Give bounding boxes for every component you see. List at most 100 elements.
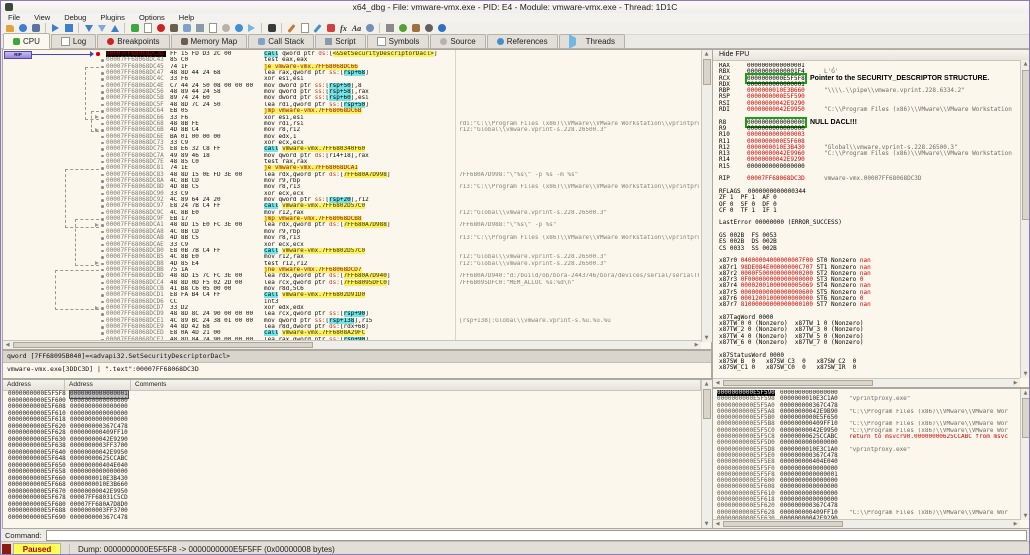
label-icon[interactable] — [311, 22, 324, 34]
instruction-dot[interactable] — [101, 123, 104, 126]
scroll-thumb[interactable] — [703, 389, 711, 419]
stack-vscrollbar[interactable]: ▲ ▼ — [1020, 389, 1030, 520]
dump-header-address[interactable]: Address — [65, 380, 131, 390]
instruction-dot[interactable] — [101, 148, 104, 151]
registers-hscrollbar[interactable]: ◀ ▶ — [713, 378, 1020, 387]
instruction-dot[interactable] — [101, 212, 104, 215]
settings-icon[interactable] — [422, 22, 435, 34]
memory-icon[interactable] — [383, 22, 396, 34]
instruction-dot[interactable] — [101, 288, 104, 291]
log-window-icon[interactable] — [141, 22, 154, 34]
instruction-dot[interactable] — [101, 263, 104, 266]
instruction-dot[interactable] — [101, 275, 104, 278]
dump-vscrollbar[interactable]: ▲ ▼ — [701, 380, 712, 528]
instruction-dot[interactable] — [101, 307, 104, 310]
instruction-dot[interactable] — [101, 320, 104, 323]
script-window-icon[interactable] — [193, 22, 206, 34]
instruction-dot[interactable] — [101, 59, 104, 62]
tab-log[interactable]: Log — [51, 34, 96, 48]
tab-breakpoints[interactable]: Breakpoints — [97, 34, 169, 48]
instruction-dot[interactable] — [101, 161, 104, 164]
instruction-dot[interactable] — [101, 155, 104, 158]
instruction-dot[interactable] — [101, 167, 104, 170]
patch-icon[interactable] — [285, 22, 298, 34]
instruction-dot[interactable] — [101, 231, 104, 234]
scroll-thumb[interactable] — [1022, 70, 1030, 220]
tab-threads[interactable]: Threads — [559, 34, 625, 48]
stack-hscrollbar[interactable]: ◀ ▶ — [713, 519, 1020, 528]
menu-help[interactable]: Help — [172, 13, 201, 22]
instruction-dot[interactable] — [101, 237, 104, 240]
step-out-icon[interactable] — [108, 22, 121, 34]
font-icon[interactable]: Aa — [350, 22, 363, 34]
registers-vscrollbar[interactable]: ▲ ▼ — [1020, 60, 1030, 378]
user-icon[interactable] — [363, 22, 376, 34]
scroll-thumb[interactable] — [1022, 398, 1030, 438]
instruction-dot[interactable] — [101, 110, 104, 113]
instruction-dot[interactable] — [101, 104, 104, 107]
instruction-dot[interactable] — [101, 129, 104, 132]
instruction-dot[interactable] — [101, 269, 104, 272]
tab-symbols[interactable]: Symbols — [367, 34, 430, 48]
instruction-dot[interactable] — [101, 117, 104, 120]
scroll-thumb[interactable] — [703, 59, 711, 85]
tab-cpu[interactable]: CPU — [3, 33, 50, 49]
help-icon[interactable] — [435, 22, 448, 34]
instruction-dot[interactable] — [101, 193, 104, 196]
disasm-vscrollbar[interactable]: ▲ ▼ — [701, 50, 712, 342]
tab-memory-map[interactable]: Memory Map — [171, 34, 248, 48]
instruction-dot[interactable] — [101, 326, 104, 329]
instruction-dot[interactable] — [101, 313, 104, 316]
menu-plugins[interactable]: Plugins — [93, 13, 132, 22]
instruction-dot[interactable] — [101, 91, 104, 94]
register-row[interactable]: x87SW_C1 0 x87SW_C0 0 x87SW_IR 0 — [713, 365, 1019, 371]
instruction-dot[interactable] — [101, 199, 104, 202]
references-window-icon[interactable] — [232, 22, 245, 34]
menu-view[interactable]: View — [27, 13, 57, 22]
dump-header-comments[interactable]: Comments — [131, 380, 701, 390]
breakpoint-dot[interactable] — [96, 52, 100, 56]
instruction-dot[interactable] — [101, 332, 104, 335]
menu-options[interactable]: Options — [132, 13, 172, 22]
menu-debug[interactable]: Debug — [57, 13, 93, 22]
instruction-dot[interactable] — [101, 282, 104, 285]
instruction-dot[interactable] — [101, 205, 104, 208]
tab-source[interactable]: Source — [430, 34, 485, 48]
scroll-thumb[interactable] — [723, 380, 873, 386]
hide-fpu-button[interactable]: Hide FPU — [713, 50, 1030, 61]
tab-script[interactable]: Script — [315, 34, 365, 48]
fx-icon[interactable]: fx — [337, 22, 350, 34]
step-into-icon[interactable] — [82, 22, 95, 34]
instruction-dot[interactable] — [101, 174, 104, 177]
instruction-dot[interactable] — [101, 294, 104, 297]
scroll-thumb[interactable] — [723, 521, 843, 527]
instruction-dot[interactable] — [101, 66, 104, 69]
dump-header-address[interactable]: Address — [3, 380, 65, 390]
tab-call-stack[interactable]: Call Stack — [248, 34, 314, 48]
scroll-thumb[interactable] — [13, 342, 313, 348]
instruction-dot[interactable] — [101, 256, 104, 259]
package-icon[interactable] — [409, 22, 422, 34]
cpu-window-icon[interactable] — [128, 22, 141, 34]
step-over-icon[interactable] — [95, 22, 108, 34]
run-icon[interactable] — [49, 22, 62, 34]
source-window-icon[interactable] — [219, 22, 232, 34]
instruction-dot[interactable] — [101, 244, 104, 247]
instruction-dot[interactable] — [101, 224, 104, 227]
threads-window-icon[interactable] — [245, 22, 258, 34]
instruction-dot[interactable] — [101, 85, 104, 88]
instruction-dot[interactable] — [101, 97, 104, 100]
dump-row[interactable]: 0000000000E5F690000000000367C478 — [3, 515, 711, 522]
menu-file[interactable]: File — [1, 13, 27, 22]
tab-references[interactable]: References — [487, 34, 558, 48]
eraser-icon[interactable] — [324, 22, 337, 34]
symbols-window-icon[interactable] — [206, 22, 219, 34]
calculator-icon[interactable] — [265, 22, 278, 34]
memory-map-window-icon[interactable] — [167, 22, 180, 34]
instruction-dot[interactable] — [101, 72, 104, 75]
breakpoints-window-icon[interactable] — [154, 22, 167, 34]
instruction-dot[interactable] — [101, 186, 104, 189]
instruction-dot[interactable] — [101, 142, 104, 145]
instruction-dot[interactable] — [101, 136, 104, 139]
instruction-dot[interactable] — [101, 250, 104, 253]
